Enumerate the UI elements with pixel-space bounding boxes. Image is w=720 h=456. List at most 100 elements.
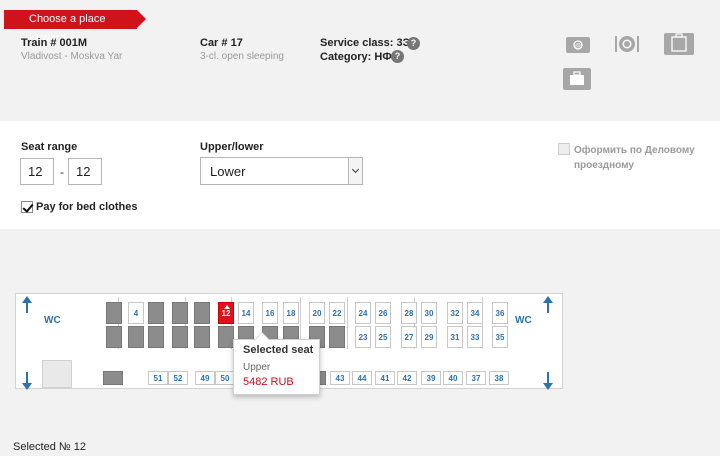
business-pass-label: Оформить по Деловому проездному	[574, 145, 695, 171]
category-help-icon[interactable]: ?	[391, 50, 404, 63]
seat-37[interactable]: 37	[466, 371, 486, 385]
seat-number: 40	[448, 374, 458, 383]
seat-30[interactable]: 30	[421, 302, 437, 324]
seat-20[interactable]: 20	[309, 302, 325, 324]
seat-taken	[194, 326, 210, 348]
seat-number: 52	[173, 374, 183, 383]
upper-lower-select[interactable]: Lower	[200, 157, 363, 185]
arrow-down-icon	[22, 372, 32, 390]
seat-32[interactable]: 32	[447, 302, 463, 324]
seat-number: 27	[404, 333, 414, 342]
seat-number: 28	[404, 309, 414, 318]
seat-taken	[194, 302, 210, 324]
seat-taken	[172, 326, 188, 348]
seat-number: 12	[221, 309, 231, 318]
seat-taken	[106, 326, 122, 348]
seat-number: 36	[495, 309, 505, 318]
seat-33[interactable]: 33	[467, 326, 483, 348]
seat-49[interactable]: 49	[195, 371, 215, 385]
choose-place-tab[interactable]: Choose a place forward	[4, 10, 146, 44]
bed-clothes-checkbox[interactable]	[21, 201, 33, 213]
seat-number: 39	[426, 374, 436, 383]
svg-text:@: @	[575, 44, 581, 50]
service-class: Service class: 3Э	[320, 37, 411, 49]
seat-range-to-input[interactable]: 12	[68, 158, 102, 185]
luggage-icon	[664, 33, 694, 55]
seat-29[interactable]: 29	[421, 326, 437, 348]
seat-35[interactable]: 35	[492, 326, 508, 348]
seat-39[interactable]: 39	[421, 371, 441, 385]
seat-34[interactable]: 34	[467, 302, 483, 324]
seat-31[interactable]: 31	[447, 326, 463, 348]
seat-25[interactable]: 25	[375, 326, 391, 348]
seat-number: 18	[286, 309, 296, 318]
seat-selected[interactable]: 12	[218, 302, 234, 324]
seat-40[interactable]: 40	[443, 371, 463, 385]
seat-taken	[103, 371, 123, 385]
seat-number: 16	[265, 309, 275, 318]
car-number: Car # 17	[200, 37, 243, 49]
seat-taken	[329, 326, 345, 348]
car-type: 3-cl. open sleeping	[200, 51, 284, 62]
seat-number: 33	[470, 333, 480, 342]
seat-range-label: Seat range	[21, 141, 78, 153]
seat-41[interactable]: 41	[375, 371, 395, 385]
seat-18[interactable]: 18	[283, 302, 299, 324]
seat-range-from-input[interactable]: 12	[20, 158, 54, 185]
seat-52[interactable]: 52	[168, 371, 188, 385]
ticket-icon: @	[566, 37, 590, 53]
seat-27[interactable]: 27	[401, 326, 417, 348]
seat-23[interactable]: 23	[355, 326, 371, 348]
seat-51[interactable]: 51	[148, 371, 168, 385]
range-dash: -	[60, 165, 64, 179]
seat-38[interactable]: 38	[489, 371, 509, 385]
seat-number: 22	[332, 309, 342, 318]
seat-4[interactable]: 4	[128, 302, 144, 324]
train-number: Train # 001M	[21, 37, 88, 49]
seat-number: 20	[312, 309, 322, 318]
seat-14[interactable]: 14	[238, 302, 254, 324]
seat-36[interactable]: 36	[492, 302, 508, 324]
tooltip-title: Selected seat	[243, 344, 314, 356]
seat-number: 14	[241, 309, 251, 318]
business-pass-checkbox[interactable]	[558, 143, 570, 155]
seat-number: 4	[133, 309, 139, 318]
seat-number: 23	[358, 333, 368, 342]
seat-44[interactable]: 44	[352, 371, 372, 385]
seat-22[interactable]: 22	[329, 302, 345, 324]
seat-26[interactable]: 26	[375, 302, 391, 324]
seat-number: 49	[200, 374, 210, 383]
wc-right-label: WC	[515, 315, 532, 326]
seat-number: 51	[153, 374, 163, 383]
seat-16[interactable]: 16	[262, 302, 278, 324]
seat-number: 29	[424, 333, 434, 342]
compartment-partition	[347, 297, 348, 349]
seat-43[interactable]: 43	[330, 371, 350, 385]
seat-number: 35	[495, 333, 505, 342]
service-class-help-icon[interactable]: ?	[407, 37, 420, 50]
seat-24[interactable]: 24	[355, 302, 371, 324]
seat-taken	[218, 326, 234, 348]
arrow-down-icon	[543, 372, 553, 390]
seat-28[interactable]: 28	[401, 302, 417, 324]
seat-number: 43	[335, 374, 345, 383]
wc-left-label: WC	[44, 315, 61, 326]
vestibule-block	[42, 360, 72, 388]
seat-taken	[148, 326, 164, 348]
chevron-down-icon[interactable]	[348, 158, 362, 184]
seat-number: 42	[402, 374, 412, 383]
seat-number: 41	[380, 374, 390, 383]
seat-number: 37	[471, 374, 481, 383]
seat-42[interactable]: 42	[397, 371, 417, 385]
arrow-up-icon	[22, 296, 32, 314]
seat-number: 50	[220, 374, 230, 383]
seat-number: 32	[450, 309, 460, 318]
bag-icon	[563, 68, 591, 90]
seat-number: 26	[378, 309, 388, 318]
upper-lower-value: Lower	[210, 164, 246, 179]
seat-number: 34	[470, 309, 480, 318]
seat-taken	[172, 302, 188, 324]
seat-number: 30	[424, 309, 434, 318]
meal-icon	[613, 33, 641, 55]
seat-50[interactable]: 50	[215, 371, 235, 385]
